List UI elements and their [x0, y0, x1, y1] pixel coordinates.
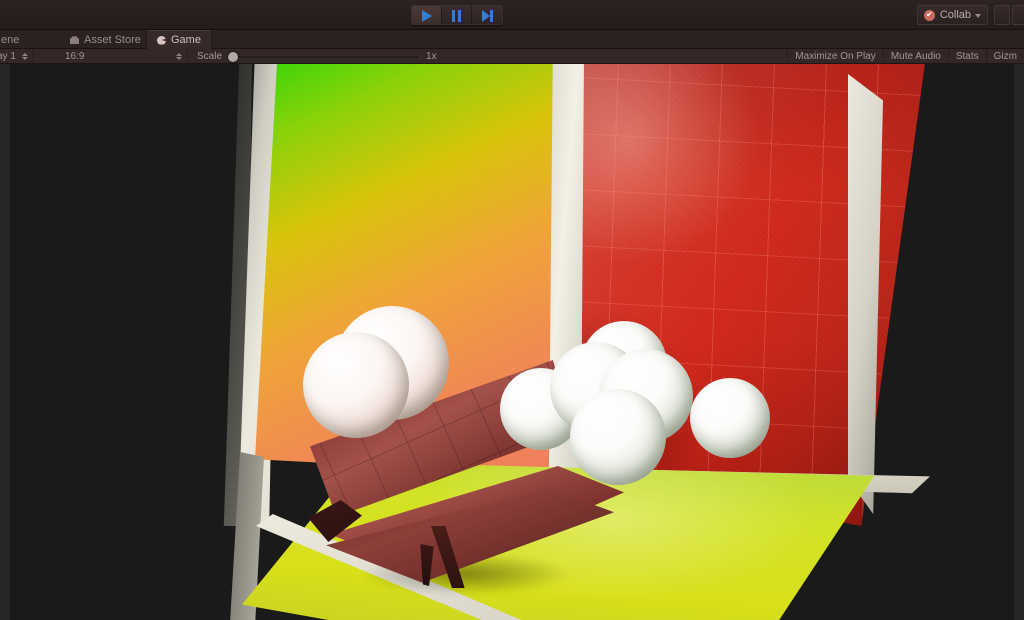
tab-strip: ene Asset Store Game	[0, 30, 1024, 49]
collab-label: Collab	[939, 9, 971, 21]
game-view-toolbar: ay 1 16:9 Scale 1x Maximize On Play Mute…	[0, 49, 1024, 64]
pause-icon	[452, 10, 461, 22]
collab-button[interactable]: ✔ Collab	[916, 5, 988, 25]
panel-edge-left	[0, 64, 10, 620]
tab-game-label: Game	[171, 34, 201, 46]
tab-asset-store[interactable]: Asset Store	[60, 30, 151, 49]
scale-slider-group[interactable]: Scale 1x	[192, 49, 442, 64]
tab-game[interactable]: Game	[146, 30, 212, 49]
aspect-ratio-dropdown[interactable]: 16:9	[60, 49, 188, 64]
chevron-updown-icon	[21, 53, 28, 60]
layers-button[interactable]	[1012, 5, 1024, 25]
floor-sphere-low	[570, 389, 666, 485]
display-dropdown-label: ay 1	[0, 51, 16, 62]
scale-slider-track[interactable]	[228, 51, 419, 62]
playback-controls	[411, 5, 503, 25]
collab-check-icon: ✔	[923, 9, 935, 21]
floor-sphere-far	[690, 378, 770, 458]
step-icon	[481, 10, 493, 22]
scale-slider-knob[interactable]	[228, 51, 239, 62]
rendered-3d-scene	[10, 64, 1014, 620]
game-toolbar-right-group: Maximize On Play Mute Audio Stats Gizm	[787, 49, 1024, 64]
step-button[interactable]	[472, 6, 502, 24]
scale-value: 1x	[426, 51, 437, 62]
tab-scene[interactable]: ene	[0, 30, 29, 49]
play-icon	[421, 10, 432, 22]
display-dropdown[interactable]: ay 1	[0, 49, 34, 64]
chevron-down-icon	[975, 14, 981, 18]
stats-toggle[interactable]: Stats	[947, 49, 986, 64]
scale-label: Scale	[197, 51, 223, 62]
mute-audio-toggle[interactable]: Mute Audio	[882, 49, 948, 64]
play-button[interactable]	[412, 6, 442, 24]
gizmos-dropdown[interactable]: Gizm	[985, 49, 1024, 64]
sofa-sphere-front	[303, 332, 409, 438]
game-render-view[interactable]	[10, 64, 1014, 620]
game-view-icon	[157, 35, 166, 45]
tab-scene-label: ene	[1, 33, 20, 46]
panel-edge-right	[1014, 64, 1024, 620]
pause-button[interactable]	[442, 6, 472, 24]
aspect-ratio-label: 16:9	[65, 51, 85, 62]
tab-asset-store-label: Asset Store	[84, 33, 141, 46]
maximize-on-play-toggle[interactable]: Maximize On Play	[787, 49, 883, 64]
unity-editor-window: ✔ Collab ene Asset Store Game ay 1	[0, 0, 1024, 620]
account-button[interactable]	[994, 5, 1010, 25]
asset-store-icon	[70, 36, 79, 44]
chevron-updown-icon	[176, 53, 182, 60]
main-toolbar: ✔ Collab	[0, 0, 1024, 30]
